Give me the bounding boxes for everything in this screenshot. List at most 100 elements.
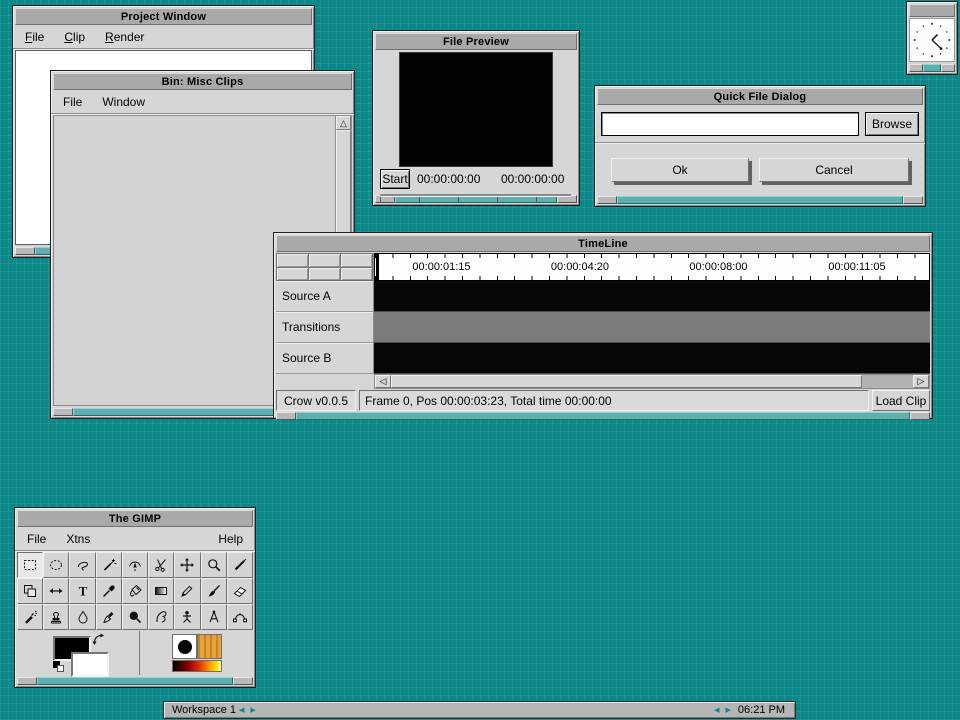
- bucket-fill-tool-button[interactable]: [122, 578, 148, 604]
- ink-tool-button[interactable]: [96, 604, 122, 630]
- active-pattern-preview[interactable]: [197, 634, 222, 659]
- timeline-window: TimeLine Source ATransitionsSource B 00:…: [273, 232, 933, 419]
- resize-handle-right[interactable]: [910, 412, 930, 420]
- scroll-up-icon[interactable]: △: [336, 116, 351, 130]
- resize-handle-left[interactable]: [53, 408, 73, 416]
- timeline-resize-bar: [276, 412, 930, 420]
- resize-handle-left[interactable]: [15, 247, 35, 255]
- file-preview-titlebar[interactable]: File Preview: [375, 33, 577, 50]
- load-clip-button[interactable]: Load Clip: [872, 390, 930, 411]
- project-window-titlebar[interactable]: Project Window: [15, 8, 312, 25]
- menu-item-file[interactable]: File: [63, 95, 82, 109]
- convolve-tool-button[interactable]: [69, 604, 95, 630]
- ruler-timecode-label: 00:00:01:15: [412, 261, 470, 273]
- xinput-airbrush-tool-button[interactable]: [174, 604, 200, 630]
- menu-item-render[interactable]: Render: [105, 30, 144, 44]
- menu-item-window[interactable]: Window: [102, 95, 145, 109]
- resize-handle-right[interactable]: [941, 64, 955, 72]
- clock-face-icon: [910, 19, 954, 61]
- dodge-burn-tool-button[interactable]: [122, 604, 148, 630]
- active-gradient-preview[interactable]: [172, 660, 222, 672]
- airbrush-tool-button[interactable]: [17, 604, 43, 630]
- magnify-tool-button[interactable]: [201, 552, 227, 578]
- resize-bar-middle[interactable]: [37, 677, 233, 685]
- scroll-left-icon[interactable]: ◁: [375, 375, 391, 388]
- resize-bar-middle[interactable]: [923, 64, 941, 72]
- timeline-scrollbar-thumb[interactable]: [391, 375, 862, 388]
- cancel-button[interactable]: Cancel: [759, 158, 909, 182]
- workspace-next-icon[interactable]: ▶: [247, 707, 258, 714]
- menu-item-clip[interactable]: Clip: [64, 30, 85, 44]
- color-picker-tool-button[interactable]: [96, 578, 122, 604]
- gradient-tool-button[interactable]: [148, 578, 174, 604]
- menu-item-file[interactable]: File: [25, 30, 44, 44]
- track-bar-transitions[interactable]: [374, 312, 930, 343]
- toolbox-cell[interactable]: [341, 268, 372, 281]
- pager-right-icon[interactable]: ▶: [723, 707, 734, 714]
- browse-button[interactable]: Browse: [865, 112, 919, 136]
- track-bar-source-b[interactable]: [374, 343, 930, 374]
- resize-bar-middle[interactable]: [296, 412, 910, 420]
- gimp-titlebar[interactable]: The GIMP: [17, 510, 253, 527]
- resize-handle-left[interactable]: [597, 196, 617, 204]
- smudge-tool-button[interactable]: [148, 604, 174, 630]
- toolbox-cell[interactable]: [277, 254, 308, 267]
- active-brush-preview[interactable]: [172, 634, 197, 659]
- resize-handle-left[interactable]: [17, 677, 37, 685]
- bin-window-titlebar[interactable]: Bin: Misc Clips: [53, 73, 352, 90]
- pencil-tool-button[interactable]: [174, 578, 200, 604]
- timeline-horizontal-scrollbar[interactable]: ◁ ▷: [374, 374, 930, 389]
- rect-select-tool-button[interactable]: [17, 552, 43, 578]
- transform-tool-button[interactable]: [17, 578, 43, 604]
- resize-handle-left[interactable]: [276, 412, 296, 420]
- menu-item-xtns[interactable]: Xtns: [66, 532, 90, 546]
- filename-input[interactable]: [601, 112, 859, 136]
- timeline-titlebar[interactable]: TimeLine: [276, 235, 930, 252]
- crop-tool-button[interactable]: [227, 552, 253, 578]
- track-bar-source-a[interactable]: [374, 281, 930, 312]
- free-select-tool-button[interactable]: [69, 552, 95, 578]
- playhead-marker[interactable]: [376, 254, 379, 280]
- quick-file-dialog-titlebar[interactable]: Quick File Dialog: [597, 88, 923, 105]
- default-colors-icon[interactable]: [53, 661, 66, 674]
- timeline-toolbox-grid[interactable]: [276, 253, 373, 281]
- workspace-prev-icon[interactable]: ◀: [236, 707, 247, 714]
- resize-bar-middle[interactable]: [617, 196, 903, 204]
- start-button[interactable]: Start: [380, 169, 410, 189]
- clone-tool-button[interactable]: [43, 604, 69, 630]
- analog-clock: [909, 18, 955, 62]
- resize-handle-left[interactable]: [909, 64, 923, 72]
- text-tool-button[interactable]: T: [69, 578, 95, 604]
- timeline-scrollbar-trough[interactable]: [862, 375, 913, 388]
- eraser-tool-button[interactable]: [227, 578, 253, 604]
- path-tool-button[interactable]: [227, 604, 253, 630]
- clone-icon: [48, 609, 64, 625]
- toolbox-cell[interactable]: [277, 268, 308, 281]
- flip-tool-button[interactable]: [43, 578, 69, 604]
- resize-handle-right[interactable]: [903, 196, 923, 204]
- toolbox-cell[interactable]: [341, 254, 372, 267]
- background-color-swatch[interactable]: [71, 652, 109, 677]
- scroll-right-icon[interactable]: ▷: [913, 375, 929, 388]
- ruler-ticks-bottom: [375, 276, 929, 280]
- move-tool-button[interactable]: [174, 552, 200, 578]
- paintbrush-tool-button[interactable]: [201, 578, 227, 604]
- workspace-label[interactable]: Workspace 1: [164, 704, 236, 716]
- resize-handle-right[interactable]: [233, 677, 253, 685]
- scissors-tool-button[interactable]: [148, 552, 174, 578]
- seek-slider[interactable]: [380, 194, 571, 196]
- clock-titlebar[interactable]: [909, 4, 955, 17]
- ellipse-select-tool-button[interactable]: [43, 552, 69, 578]
- timeline-ruler[interactable]: 00:00:01:1500:00:04:2000:00:08:0000:00:1…: [374, 253, 930, 281]
- gimp-toolbox-window: The GIMP File Xtns Help T: [14, 507, 256, 688]
- menu-item-file[interactable]: File: [27, 532, 46, 546]
- measure-tool-button[interactable]: [201, 604, 227, 630]
- fuzzy-select-tool-button[interactable]: [96, 552, 122, 578]
- ok-button[interactable]: Ok: [611, 158, 749, 182]
- pager-left-icon[interactable]: ◀: [711, 707, 722, 714]
- bezier-select-tool-button[interactable]: [122, 552, 148, 578]
- menu-item-help[interactable]: Help: [218, 532, 243, 546]
- toolbox-cell[interactable]: [309, 254, 340, 267]
- toolbox-cell[interactable]: [309, 268, 340, 281]
- swap-colors-icon[interactable]: [91, 632, 105, 646]
